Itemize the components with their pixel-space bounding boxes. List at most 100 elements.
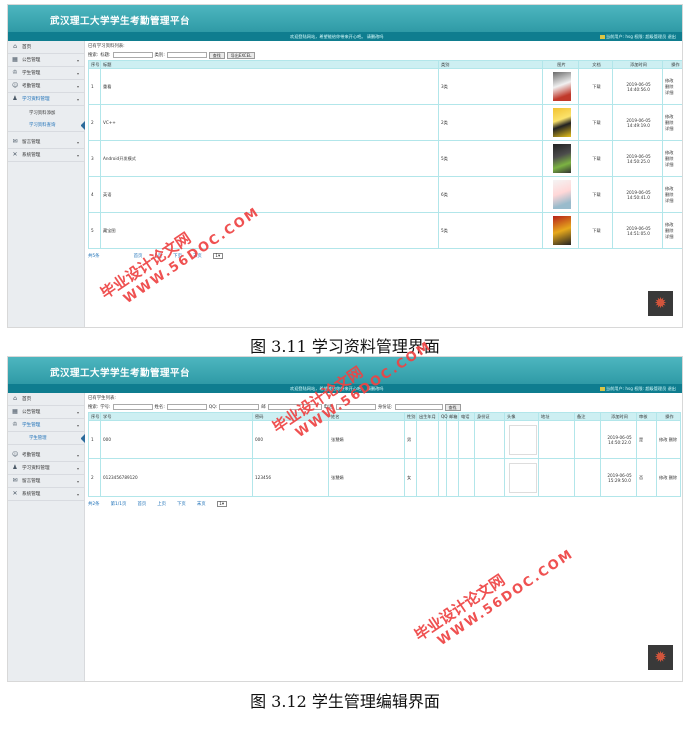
- sidebar-subitem-add-material[interactable]: 学习资料添加: [8, 106, 84, 119]
- email-input[interactable]: [267, 404, 322, 410]
- sidebar: ⌂ 首页 ▦ 公告管理 ▾ ♔ 学生管理 ▾ ☺ 考勤管理 ▾ ♟ 学习资料管理 ▾ 学习资料添加…: [8, 41, 85, 327]
- title-input[interactable]: [112, 52, 153, 58]
- row-download-cell: 下载: [578, 140, 613, 177]
- sidebar-item-attendance[interactable]: ☺ 考勤管理 ▾: [8, 80, 84, 93]
- column-header: 标题: [100, 60, 439, 69]
- download-link[interactable]: 下载: [592, 192, 600, 197]
- person-icon: ♟: [12, 95, 18, 102]
- column-header: 电话: [458, 412, 475, 421]
- sidebar-item-system[interactable]: ✕ 系统管理 ▾: [8, 488, 84, 501]
- search-bar: 搜索: 标题: 类别: 查找 导出EXCEL: [88, 50, 678, 60]
- pagination: 共5条 首页 上页 下页 末页 1▾: [88, 251, 678, 261]
- sidebar-item-system[interactable]: ✕ 系统管理 ▾: [8, 149, 84, 162]
- sidebar-item-home[interactable]: ⌂ 首页: [8, 41, 84, 54]
- row-phone: [458, 458, 475, 497]
- column-header: 序号: [88, 412, 101, 421]
- welcome-text: 欢迎登陆网站，希望能给你带来开心吧。 请删改吗: [290, 34, 384, 39]
- sidebar-item-home[interactable]: ⌂ 首页: [8, 393, 84, 406]
- sidebar-item-messages[interactable]: ✉ 留言管理 ▾: [8, 475, 84, 488]
- last-page-link[interactable]: 末页: [197, 501, 206, 507]
- email-label: 邮: [261, 405, 266, 410]
- next-page-link[interactable]: 下页: [177, 501, 186, 507]
- row-number: 3: [88, 140, 101, 177]
- page-select[interactable]: 1▾: [216, 501, 227, 507]
- row-image-cell: [542, 212, 579, 249]
- search-button[interactable]: 查找: [208, 51, 225, 59]
- detail-link[interactable]: 详细: [665, 234, 682, 240]
- row-title: VC++: [100, 104, 439, 141]
- row-image-cell: [542, 104, 579, 141]
- row-address: [538, 458, 575, 497]
- sidebar-item-materials[interactable]: ♟ 学习资料管理 ▾: [8, 93, 84, 106]
- row-time: 2019-06-05 14:50:25.0: [612, 140, 663, 177]
- sidebar-item-label: 学生管理: [22, 423, 41, 428]
- row-time: 2019-06-05 14:50:41.0: [612, 176, 663, 213]
- edit-link[interactable]: 修改: [659, 475, 667, 480]
- row-actions: 修改 删除 详细: [662, 212, 682, 249]
- row-image-cell: [542, 68, 579, 105]
- delete-link[interactable]: 删除: [669, 475, 677, 480]
- chevron-down-icon: ▾: [76, 71, 79, 76]
- column-header: 添加时间: [612, 60, 663, 69]
- sidebar-item-students[interactable]: ♔ 学生管理 ▾: [8, 419, 84, 432]
- row-id-card: [474, 458, 505, 497]
- sidebar-subitem-student-manage[interactable]: 学生管理: [8, 432, 85, 445]
- column-header: 备注: [574, 412, 601, 421]
- page-indicator: 第1/1页: [110, 502, 127, 507]
- sidebar-item-attendance[interactable]: ☺ 考勤管理 ▾: [8, 449, 84, 462]
- page-select[interactable]: 1▾: [212, 253, 223, 259]
- type-input[interactable]: [166, 52, 207, 58]
- id-card-input[interactable]: [394, 404, 443, 410]
- avatar: [508, 462, 537, 493]
- next-page-link[interactable]: 下页: [173, 253, 182, 259]
- sidebar-item-messages[interactable]: ✉ 留言管理 ▾: [8, 136, 84, 149]
- sidebar-subitem-query-material[interactable]: 学习资料查询: [8, 119, 85, 132]
- user-info[interactable]: 当前用户: hsg 权限: 超级管理员 退出: [599, 386, 676, 392]
- sidebar-item-notices[interactable]: ▦ 公告管理 ▾: [8, 54, 84, 67]
- gear-icon[interactable]: ✹: [648, 291, 673, 316]
- detail-link[interactable]: 详细: [665, 198, 682, 204]
- last-page-link[interactable]: 末页: [193, 253, 202, 259]
- row-birth: [416, 420, 439, 459]
- row-password: 123456: [252, 458, 329, 497]
- phone-input[interactable]: [335, 404, 376, 410]
- export-excel-button[interactable]: 导出EXCEL: [226, 51, 256, 59]
- sidebar-item-materials[interactable]: ♟ 学习资料管理 ▾: [8, 462, 84, 475]
- download-link[interactable]: 下载: [592, 120, 600, 125]
- column-header: 身份证: [474, 412, 505, 421]
- row-note: [574, 420, 601, 459]
- home-icon: ⌂: [13, 395, 17, 402]
- first-page-link[interactable]: 首页: [134, 253, 143, 259]
- row-id-card: [474, 420, 505, 459]
- row-qq: [438, 420, 447, 459]
- name-input[interactable]: [166, 404, 207, 410]
- row-audit: 否: [636, 458, 657, 497]
- student-id-input[interactable]: [112, 404, 153, 410]
- student-icon: ♔: [12, 421, 18, 428]
- student-id-label: 学号:: [100, 405, 111, 410]
- first-page-link[interactable]: 首页: [137, 501, 146, 507]
- detail-link[interactable]: 详细: [665, 126, 682, 132]
- detail-link[interactable]: 详细: [665, 90, 682, 96]
- user-bar-text[interactable]: 当前用户: hsg 权限: 超级管理员 退出: [606, 34, 676, 39]
- sidebar-item-notices[interactable]: ▦ 公告管理 ▾: [8, 406, 84, 419]
- sidebar-item-label: 学习资料管理: [22, 466, 50, 471]
- download-link[interactable]: 下载: [592, 228, 600, 233]
- download-link[interactable]: 下载: [592, 156, 600, 161]
- search-button[interactable]: 查找: [444, 403, 461, 411]
- row-category: 5类: [438, 212, 543, 249]
- edit-link[interactable]: 修改: [659, 437, 667, 442]
- sidebar-item-label: 留言管理: [22, 140, 41, 145]
- title-label: 标题:: [100, 53, 111, 58]
- prev-page-link[interactable]: 上页: [153, 253, 162, 259]
- gear-icon[interactable]: ✹: [648, 645, 673, 670]
- qq-input[interactable]: [219, 404, 260, 410]
- sidebar-item-students[interactable]: ♔ 学生管理 ▾: [8, 67, 84, 80]
- prev-page-link[interactable]: 上页: [157, 501, 166, 507]
- user-info[interactable]: 当前用户: hsg 权限: 超级管理员 退出: [599, 34, 676, 40]
- delete-link[interactable]: 删除: [669, 437, 677, 442]
- user-bar-text[interactable]: 当前用户: hsg 权限: 超级管理员 退出: [606, 386, 676, 391]
- chevron-down-icon: ▾: [76, 466, 79, 471]
- detail-link[interactable]: 详细: [665, 162, 682, 168]
- download-link[interactable]: 下载: [592, 84, 600, 89]
